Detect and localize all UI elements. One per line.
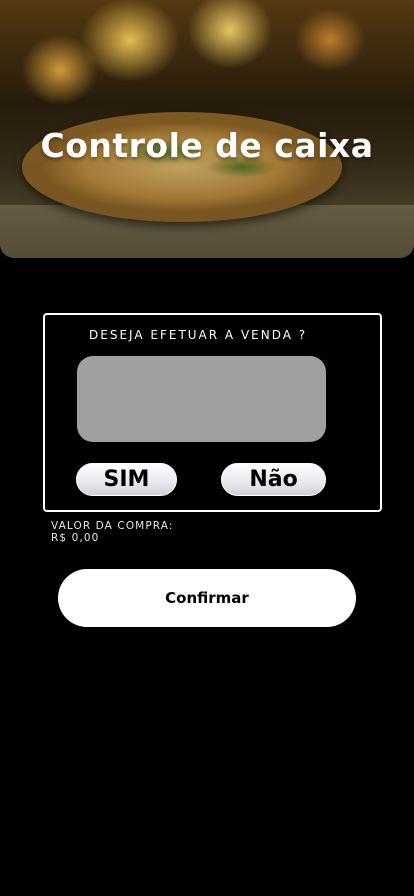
- page-title: Controle de caixa: [40, 126, 374, 165]
- purchase-total-value: R$ 0,00: [51, 532, 100, 544]
- sale-question-label: DESEJA EFETUAR A VENDA ?: [89, 328, 308, 342]
- hero-banner-image: Controle de caixa: [0, 0, 414, 258]
- confirm-button[interactable]: Confirmar: [58, 569, 356, 627]
- purchase-total-label: VALOR DA COMPRA:: [51, 520, 174, 532]
- no-button[interactable]: Não: [221, 463, 326, 496]
- sale-display-box: [77, 356, 326, 442]
- app-screen: Controle de caixa DESEJA EFETUAR A VENDA…: [0, 0, 414, 896]
- purchase-total: VALOR DA COMPRA: R$ 0,00: [51, 520, 173, 544]
- sale-confirmation-dialog: DESEJA EFETUAR A VENDA ? SIM Não: [43, 313, 382, 512]
- yes-button[interactable]: SIM: [76, 463, 177, 496]
